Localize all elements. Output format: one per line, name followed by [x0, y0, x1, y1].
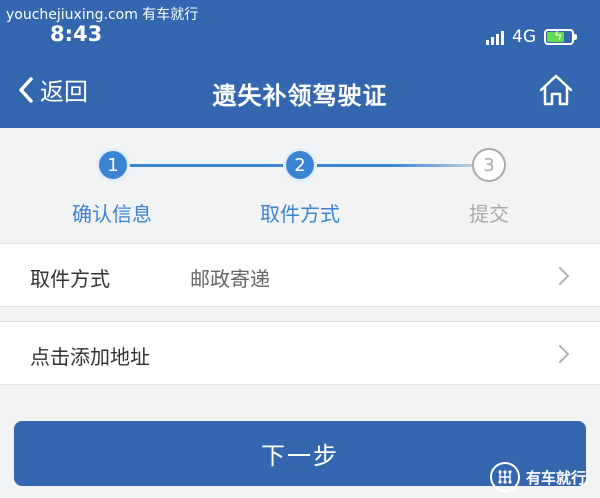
pickup-method-row[interactable]: 取件方式 邮政寄递 [0, 243, 600, 307]
chevron-right-icon [558, 266, 570, 286]
status-indicators: 4G ϟ [486, 26, 577, 48]
step-1-label: 确认信息 [72, 202, 152, 226]
charging-icon: ϟ [554, 29, 563, 44]
app-header: youchejiuxing.com 有车就行 8:43 4G ϟ 返回 遗失补领… [0, 0, 600, 128]
pickup-method-value: 邮政寄递 [190, 267, 270, 291]
step-3-label: 提交 [469, 202, 509, 226]
network-type: 4G [512, 27, 536, 47]
step-connector-1 [114, 164, 300, 167]
add-address-row[interactable]: 点击添加地址 [0, 321, 600, 385]
home-icon [539, 74, 573, 106]
home-button[interactable] [538, 72, 574, 112]
step-2-circle: 2 [283, 148, 317, 182]
progress-steps: 1 2 3 确认信息 取件方式 提交 [0, 128, 600, 240]
step-1-circle: 1 [96, 148, 130, 182]
gear-shift-icon [489, 462, 520, 492]
watermark-logo-text: 有车就行 [525, 468, 586, 487]
pickup-method-label: 取件方式 [30, 267, 110, 291]
step-3-circle: 3 [472, 148, 506, 182]
watermark-logo: 有车就行 [489, 462, 586, 492]
step-2-label: 取件方式 [260, 202, 340, 226]
chevron-right-icon [558, 344, 570, 364]
status-time: 8:43 [50, 22, 103, 46]
nav-bar: 返回 遗失补领驾驶证 [0, 62, 600, 128]
signal-icon [486, 29, 504, 45]
battery-icon: ϟ [544, 29, 577, 45]
page-title: 遗失补领驾驶证 [212, 82, 388, 110]
watermark-text: youchejiuxing.com 有车就行 [6, 7, 199, 23]
next-step-label: 下一步 [261, 442, 339, 470]
add-address-label: 点击添加地址 [30, 345, 150, 369]
